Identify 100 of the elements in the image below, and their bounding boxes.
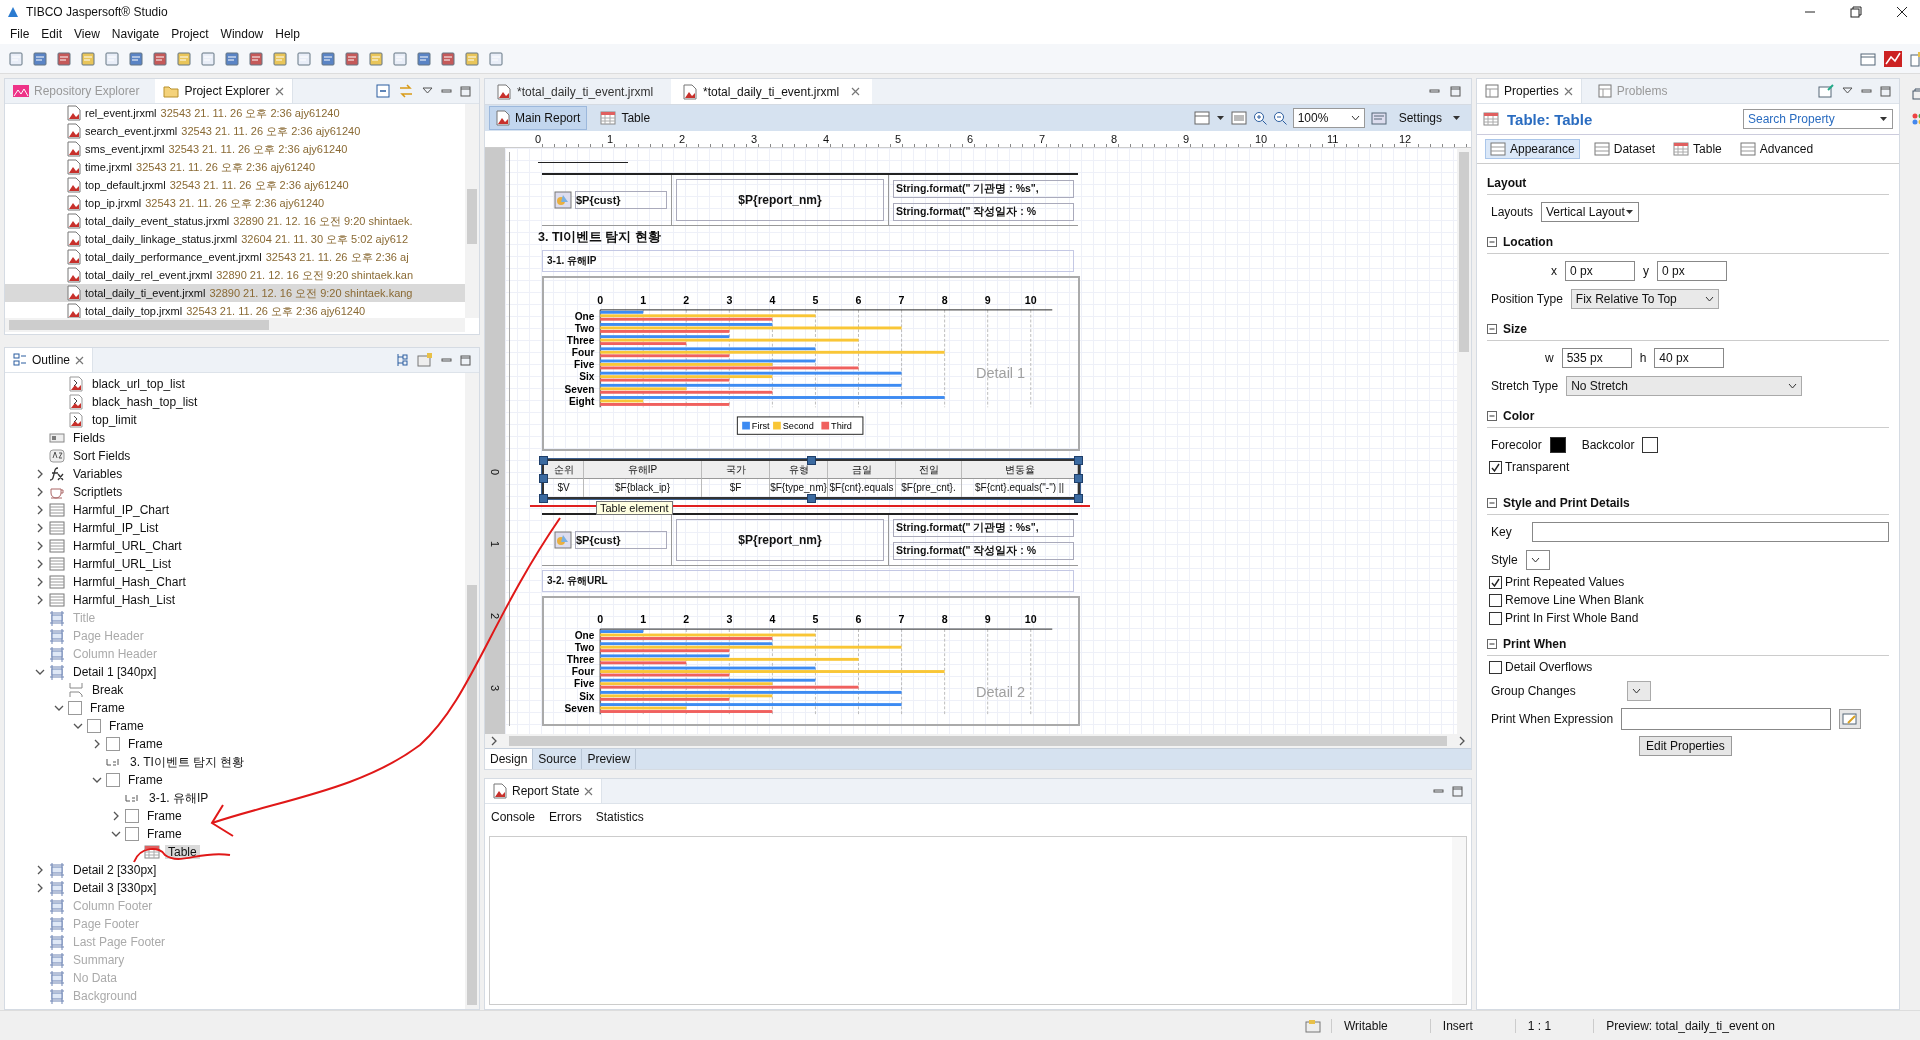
scrollbar[interactable] [465, 373, 479, 1009]
chart-icon[interactable] [1884, 50, 1902, 67]
height-field[interactable]: 40 px [1654, 348, 1725, 368]
editor-tab[interactable]: *total_daily_ti_event.jrxml [485, 79, 672, 104]
file-item[interactable]: total_daily_rel_event.jrxml 32890 21. 12. 16 오전 9:20 shintaek.kan [5, 266, 465, 284]
tree-item[interactable]: Frame [125, 737, 166, 751]
report-canvas[interactable] [505, 148, 1457, 734]
file-item[interactable]: top_ip.jrxml 32543 21. 11. 26 오후 2:36 ajy61240 [5, 194, 465, 212]
edit-expression-icon[interactable] [1839, 709, 1862, 729]
chevron-right-icon[interactable] [35, 541, 45, 551]
chevron-right-icon[interactable] [35, 865, 45, 875]
tree-item[interactable]: black_hash_top_list [89, 395, 201, 409]
chevron-right-icon[interactable] [1457, 736, 1467, 746]
chevron-down-icon[interactable] [111, 829, 121, 839]
console-tab[interactable]: Console [491, 810, 536, 824]
tree-item[interactable]: Harmful_Hash_Chart [70, 575, 189, 589]
edit-properties-button[interactable]: Edit Properties [1639, 736, 1732, 756]
tree-item[interactable]: 3. TI이벤트 탐지 현황 [127, 753, 248, 771]
checkbox[interactable]: Print In First Whole Band [1489, 611, 1889, 625]
tree-item[interactable]: Frame [87, 701, 128, 715]
tree-item[interactable]: Harmful_URL_Chart [70, 539, 185, 553]
view-menu-icon[interactable] [1842, 87, 1853, 95]
checkbox[interactable]: Remove Line When Blank [1489, 593, 1889, 607]
tree-item[interactable]: Scriptlets [70, 485, 126, 499]
layout-select[interactable]: Vertical Layout [1541, 202, 1640, 222]
x-field[interactable]: 0 px [1565, 261, 1635, 281]
panel-tab[interactable]: Report State [485, 779, 603, 803]
panel-tab[interactable]: Project Explorer [155, 79, 293, 103]
collapse-icon[interactable] [1487, 237, 1497, 247]
tree-item[interactable]: Harmful_Hash_List [70, 593, 179, 607]
width-field[interactable]: 535 px [1561, 348, 1632, 368]
file-item[interactable]: sms_event.jrxml 32543 21. 11. 26 오후 2:36 ajy61240 [5, 140, 465, 158]
chevron-right-icon[interactable] [35, 577, 45, 587]
collapse-icon[interactable] [1487, 324, 1497, 334]
chevron-right-icon[interactable] [111, 811, 121, 821]
tree-item[interactable]: Frame [144, 827, 185, 841]
chevron-right-icon[interactable] [35, 487, 45, 497]
menu-item[interactable]: File [4, 27, 36, 41]
stretch-select[interactable]: No Stretch [1566, 376, 1803, 396]
tree-item[interactable]: Frame [125, 773, 166, 787]
collapse-icon[interactable] [1487, 639, 1497, 649]
menu-item[interactable]: Navigate [105, 27, 166, 41]
tree-item[interactable]: Harmful_URL_List [70, 557, 175, 571]
tree-item[interactable]: Sort Fields [70, 449, 134, 463]
editor-mode-tab[interactable]: Preview [582, 749, 637, 769]
chevron-down-icon[interactable] [73, 721, 83, 731]
file-item[interactable]: search_event.jrxml 32543 21. 11. 26 오후 2:36 ajy61240 [5, 122, 465, 140]
tree-item[interactable]: Fields [70, 431, 108, 445]
chevron-right-icon[interactable] [35, 523, 45, 533]
chevron-right-icon[interactable] [35, 559, 45, 569]
checkbox[interactable]: Detail Overflows [1489, 660, 1889, 674]
panel-tab[interactable]: Outline [5, 348, 94, 372]
property-tab[interactable]: Table [1669, 140, 1726, 158]
checkbox[interactable]: Print Repeated Values [1489, 575, 1889, 589]
tree-item[interactable]: Harmful_IP_List [70, 521, 162, 535]
collapse-icon[interactable] [1487, 411, 1497, 421]
tree-item[interactable]: Frame [144, 809, 185, 823]
menu-item[interactable]: Help [269, 27, 306, 41]
tree-item[interactable]: Harmful_IP_Chart [70, 503, 173, 517]
chevron-right-icon[interactable] [35, 505, 45, 515]
collapse-all-icon[interactable] [376, 84, 390, 98]
file-item[interactable]: total_daily_top.jrxml 32543 21. 11. 26 오후 2:36 ajy61240 [5, 302, 465, 318]
tree-item[interactable]: top_limit [89, 413, 140, 427]
tree-item[interactable]: Detail 1 [340px] [70, 665, 160, 679]
perspective-icon[interactable] [1860, 50, 1876, 67]
chevron-right-icon[interactable] [35, 883, 45, 893]
maximize-icon[interactable] [1452, 785, 1463, 797]
color-swatch[interactable] [1642, 437, 1659, 453]
view-tab[interactable]: Main Report [489, 106, 588, 130]
close-icon[interactable] [1896, 6, 1908, 18]
resize-handle[interactable] [807, 493, 816, 503]
position-select[interactable]: Fix Relative To Top [1570, 289, 1719, 309]
maximize-icon[interactable] [460, 85, 471, 97]
search-field[interactable]: Search Property [1743, 109, 1893, 129]
restore-icon[interactable] [1850, 6, 1862, 18]
style-select[interactable] [1525, 550, 1550, 570]
chevron-down-icon[interactable] [54, 703, 64, 713]
pin-icon[interactable] [1818, 84, 1834, 98]
file-item[interactable]: total_daily_event_status.jrxml 32890 21. 12. 16 오전 9:20 shintaek. [5, 212, 465, 230]
chevron-down-icon[interactable] [92, 775, 102, 785]
scrollbar[interactable] [485, 734, 1471, 748]
editor-mode-tab[interactable]: Source [533, 749, 583, 769]
chevron-down-icon[interactable] [35, 667, 45, 677]
tree-icon[interactable] [395, 353, 409, 367]
tree-item[interactable]: 3-1. 유해IP [146, 789, 212, 807]
panel-tab[interactable]: Properties [1477, 79, 1582, 103]
key-field[interactable] [1531, 522, 1889, 542]
y-field[interactable]: 0 px [1657, 261, 1727, 281]
tree-item[interactable]: Detail 3 [330px] [70, 881, 160, 895]
file-item[interactable]: rel_event.jrxml 32543 21. 11. 26 오후 2:36 ajy61240 [5, 104, 465, 122]
tree-item[interactable]: Frame [106, 719, 147, 733]
layout-icon[interactable] [1193, 111, 1210, 125]
zoom-out-icon[interactable] [1272, 111, 1287, 125]
property-tab[interactable]: Dataset [1589, 140, 1660, 158]
maximize-icon[interactable] [460, 354, 471, 366]
scrollbar[interactable] [5, 318, 465, 332]
chevron-right-icon[interactable] [35, 469, 45, 479]
collapse-icon[interactable] [1487, 498, 1497, 508]
maximize-icon[interactable] [1450, 86, 1461, 97]
maximize-icon[interactable] [1880, 85, 1891, 97]
